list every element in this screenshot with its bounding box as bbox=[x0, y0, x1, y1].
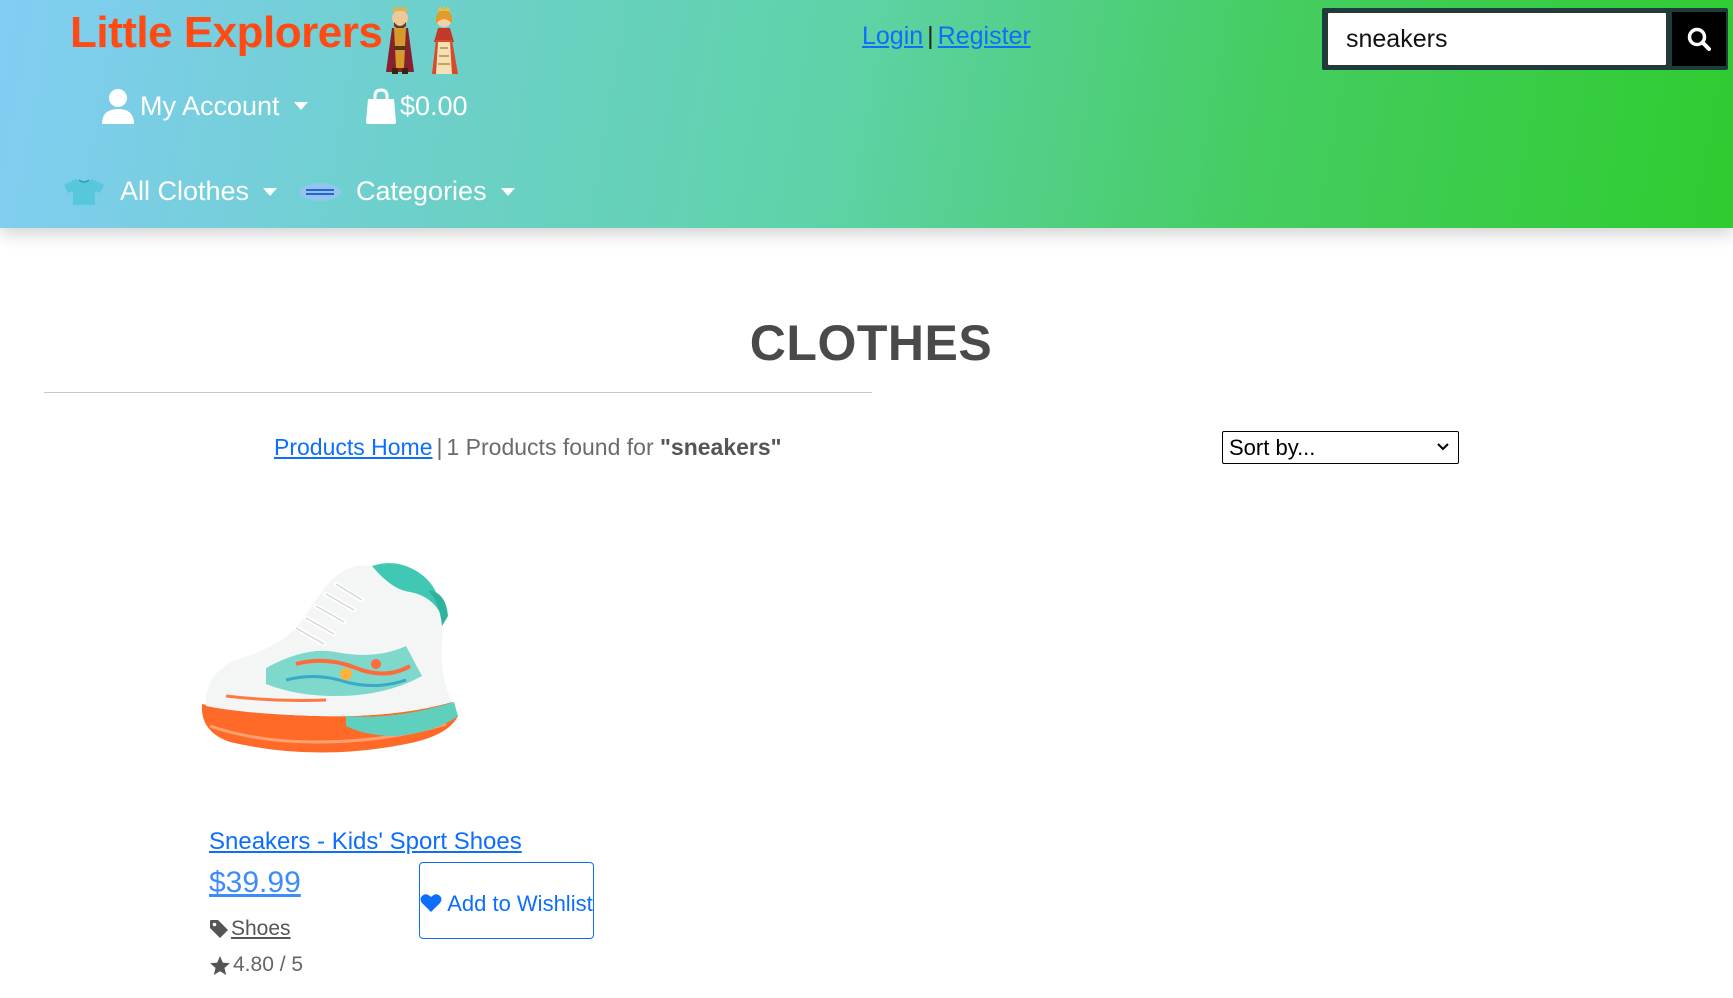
heart-icon bbox=[420, 893, 442, 912]
product-price[interactable]: $39.99 bbox=[209, 866, 301, 900]
user-icon bbox=[102, 89, 134, 124]
nav-all-clothes-dropdown[interactable]: All Clothes bbox=[62, 176, 278, 207]
product-category: Shoes bbox=[209, 917, 291, 941]
chevron-down-icon bbox=[293, 102, 308, 110]
t-shirt-icon bbox=[64, 178, 104, 205]
shopping-bag-icon bbox=[366, 88, 396, 124]
product-name-link[interactable]: Sneakers - Kids' Sport Shoes bbox=[209, 828, 522, 856]
chevron-down-icon bbox=[263, 187, 278, 196]
search-input[interactable] bbox=[1327, 12, 1667, 66]
product-category-link[interactable]: Shoes bbox=[231, 917, 291, 941]
nav-categories-label: Categories bbox=[356, 176, 487, 206]
auth-separator: | bbox=[927, 22, 934, 50]
page-title: CLOTHES bbox=[749, 315, 993, 371]
tag-icon bbox=[210, 920, 228, 938]
nav-categories-dropdown[interactable]: Categories bbox=[298, 176, 515, 207]
site-header: Little Explorers Login | Register sneake… bbox=[0, 0, 1733, 228]
auth-links: Login | Register bbox=[862, 22, 1031, 51]
nav-all-clothes-label: All Clothes bbox=[120, 176, 250, 206]
add-to-wishlist-label: Add to Wishlist bbox=[447, 890, 593, 916]
cart-total: $0.00 bbox=[400, 90, 468, 121]
sneaker-product-image[interactable] bbox=[196, 556, 476, 766]
results-count-text: 1 Products found for bbox=[446, 434, 654, 460]
product-rating: 4.80 / 5 bbox=[209, 953, 303, 977]
register-link[interactable]: Register bbox=[938, 22, 1031, 50]
results-summary: Products Home | 1 Products found for "snea… bbox=[274, 434, 782, 461]
search-button[interactable] bbox=[1672, 12, 1726, 66]
login-link[interactable]: Login bbox=[862, 22, 923, 50]
sort-select[interactable]: Sort by... bbox=[1222, 431, 1459, 464]
my-account-dropdown[interactable]: My Account bbox=[102, 88, 308, 124]
title-divider bbox=[44, 392, 872, 393]
cart-button[interactable]: $0.00 bbox=[366, 88, 468, 124]
brand-logo-text[interactable]: Little Explorers bbox=[70, 8, 383, 58]
add-to-wishlist-button[interactable]: Add to Wishlist bbox=[419, 862, 594, 939]
star-icon bbox=[210, 955, 230, 975]
chevron-down-icon bbox=[500, 187, 515, 196]
products-home-link[interactable]: Products Home bbox=[274, 434, 433, 460]
results-query: "sneakers" bbox=[660, 434, 782, 460]
my-account-label: My Account bbox=[140, 90, 280, 121]
product-rating-value: 4.80 / 5 bbox=[233, 953, 304, 976]
results-separator: | bbox=[436, 434, 443, 460]
category-tag-icon bbox=[299, 182, 341, 201]
search-bar bbox=[1322, 8, 1728, 70]
search-icon bbox=[1687, 27, 1711, 51]
royal-couple-icon bbox=[386, 5, 458, 74]
